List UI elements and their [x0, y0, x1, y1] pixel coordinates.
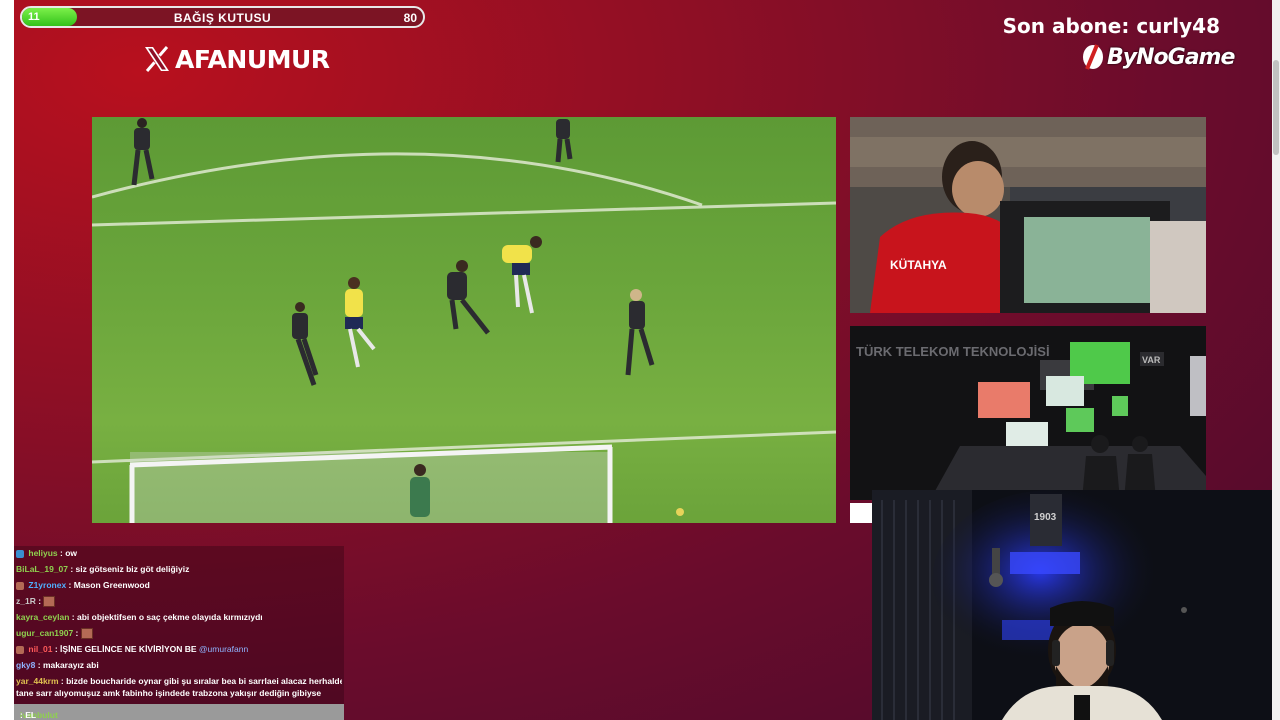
- chat-message: ugur_can1907 :: [16, 628, 342, 640]
- jersey-frame-text: 1903: [1034, 512, 1057, 523]
- chat-text: : Mason Greenwood: [68, 580, 150, 590]
- var-room-scene: TÜRK TELEKOM TEKNOLOJİSİ VAR: [850, 326, 1206, 500]
- chat-message-continued: tane sarr alıyomuşuz amk fabinho işinded…: [16, 688, 342, 699]
- player-away-3: [292, 302, 319, 386]
- chat-message: z_1R :: [16, 596, 342, 608]
- chat-message: nil_01 : İŞİNE GELİNCE NE KİVİRİYON BE @…: [16, 644, 342, 655]
- goal-net: [129, 444, 613, 523]
- chat-message: gky8 : makarayız abi: [16, 660, 342, 671]
- emote-icon: [43, 596, 56, 608]
- chat-latest-message-bar: ivanbulut : EL PENALTIDIR: [14, 704, 344, 720]
- chat-username[interactable]: Z1yronex: [28, 580, 66, 590]
- var-sign-text: VAR: [1142, 355, 1161, 365]
- chat-message: heliyus : ow: [16, 548, 342, 559]
- chat-text: : EL PENALTIDIR: [20, 710, 36, 720]
- page-scrollbar[interactable]: [1272, 0, 1280, 720]
- user-badge-icon: [16, 581, 24, 590]
- chat-message: kayra_ceylan : abi objektifsen o saç çek…: [16, 612, 342, 623]
- player-away-1: [131, 118, 155, 186]
- chat-message: Z1yronex : Mason Greenwood: [16, 580, 342, 591]
- chat-message: BiLaL_19_07 : siz götseniz biz göt deliğ…: [16, 564, 342, 575]
- match-broadcast-view: [92, 117, 836, 523]
- chat-username[interactable]: BiLaL_19_07: [16, 564, 68, 574]
- sponsor-logo: ByNoGame: [1081, 43, 1235, 71]
- player-home-1: [345, 277, 376, 368]
- var-camera-referee: KÜTAHYA: [850, 117, 1206, 313]
- chat-username[interactable]: ugur_can1907: [16, 628, 73, 638]
- chat-text: :: [38, 596, 42, 606]
- var-wall-text: TÜRK TELEKOM TEKNOLOJİSİ: [856, 344, 1050, 359]
- donation-progress-bar: 11 BAĞIŞ KUTUSU 80: [20, 6, 425, 28]
- referee-monitor-scene: KÜTAHYA: [850, 117, 1206, 313]
- emote-icon: [80, 628, 93, 640]
- scrollbar-thumb[interactable]: [1273, 60, 1279, 155]
- social-handle: AFANUMUR: [142, 44, 330, 74]
- chat-username[interactable]: heliyus: [28, 548, 57, 558]
- sponsor-logo-icon: [1083, 44, 1103, 70]
- ball: [676, 508, 684, 516]
- chat-mention[interactable]: @umurafann: [199, 644, 248, 654]
- chat-message: yar_44krm : bizde boucharide oynar gibi …: [16, 676, 342, 687]
- pitch-scene: [92, 118, 836, 523]
- chat-username[interactable]: kayra_ceylan: [16, 612, 69, 622]
- chat-text: :: [75, 628, 79, 638]
- user-badge-icon: [16, 549, 24, 558]
- donation-title: BAĞIŞ KUTUSU: [173, 11, 272, 25]
- chat-text: : makarayız abi: [37, 660, 99, 670]
- sponsor-name: ByNoGame: [1107, 44, 1235, 70]
- social-handle-text: AFANUMUR: [175, 44, 330, 74]
- chat-text: : ow: [60, 548, 78, 558]
- player-away-5: [625, 289, 655, 376]
- player-away-2: [555, 119, 573, 163]
- user-badge-icon: [16, 645, 24, 654]
- chat-panel: heliyus : ow BiLaL_19_07 : siz götseniz …: [14, 546, 344, 720]
- webcam-scene: 1903: [872, 490, 1280, 720]
- chat-text: : bizde boucharide oynar gibi şu sıralar…: [60, 676, 342, 686]
- chat-username[interactable]: yar_44krm: [16, 676, 59, 686]
- x-logo-icon: [145, 46, 169, 72]
- last-subscriber-text: Son abone: curly48: [1002, 14, 1220, 38]
- chat-username[interactable]: gky8: [16, 660, 35, 670]
- donation-goal-value: 80: [403, 11, 417, 25]
- streamer-webcam: 1903: [872, 490, 1280, 720]
- chat-text: : abi objektifsen o saç çekme olayıda kı…: [71, 612, 263, 622]
- chat-text: : İŞİNE GELİNCE NE KİVİRİYON BE: [54, 644, 197, 654]
- chat-username[interactable]: z_1R: [16, 596, 36, 606]
- player-home-2: [502, 236, 542, 314]
- chat-text: : siz götseniz biz göt deliğiyiz: [70, 564, 190, 574]
- player-away-4: [447, 260, 490, 335]
- chat-text: tane sarr alıyomuşuz amk fabinho işinded…: [16, 688, 322, 698]
- chat-username[interactable]: nil_01: [28, 644, 52, 654]
- referee-shirt-text: KÜTAHYA: [890, 257, 947, 272]
- var-camera-control-room: TÜRK TELEKOM TEKNOLOJİSİ VAR: [850, 326, 1206, 500]
